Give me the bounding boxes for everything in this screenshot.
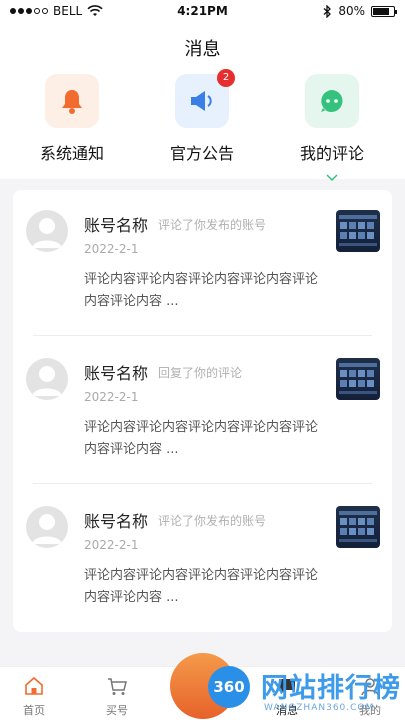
game-screenshot-icon bbox=[339, 511, 377, 542]
message-list: 账号名称 评论了你发布的账号 2022-2-1 评论内容评论内容评论内容评论内容… bbox=[13, 190, 392, 632]
battery-icon bbox=[371, 5, 397, 17]
category-label: 系统通知 bbox=[39, 144, 104, 163]
user-placeholder-icon bbox=[32, 218, 62, 248]
comment-icon bbox=[321, 90, 343, 112]
unread-badge: 2 bbox=[217, 69, 235, 87]
message-date: 2022-2-1 bbox=[84, 390, 139, 404]
account-name[interactable]: 账号名称 bbox=[84, 212, 148, 236]
message-item[interactable]: 账号名称 评论了你发布的账号 2022-2-1 评论内容评论内容评论内容评论内容… bbox=[13, 190, 392, 336]
message-action: 评论了你发布的账号 bbox=[158, 514, 267, 528]
cart-icon bbox=[108, 678, 127, 695]
category-icon-bg bbox=[45, 74, 99, 128]
avatar bbox=[26, 506, 68, 548]
avatar bbox=[26, 358, 68, 400]
tab-label: 首页 bbox=[23, 704, 45, 717]
battery-percent: 80% bbox=[338, 4, 365, 18]
category-icon-bg bbox=[305, 74, 359, 128]
status-right: 80% bbox=[323, 4, 397, 18]
category-label: 我的评论 bbox=[299, 144, 364, 163]
watermark-text: 网站排行榜 bbox=[261, 673, 401, 704]
divider bbox=[33, 483, 372, 484]
bell-icon bbox=[62, 90, 82, 114]
category-my-comments[interactable]: 我的评论 bbox=[277, 74, 387, 164]
message-date: 2022-2-1 bbox=[84, 242, 139, 256]
message-content: 评论内容评论内容评论内容评论内容评论内容评论内容 ... bbox=[84, 272, 319, 309]
account-thumbnail[interactable] bbox=[336, 506, 380, 548]
watermark-logo: 360 网站排行榜 WANGZHAN360.COM bbox=[206, 660, 405, 720]
avatar bbox=[26, 210, 68, 252]
chevron-down-icon bbox=[326, 174, 338, 182]
message-item[interactable]: 账号名称 评论了你发布的账号 2022-2-1 评论内容评论内容评论内容评论内容… bbox=[13, 486, 392, 632]
message-action: 回复了你的评论 bbox=[158, 366, 243, 380]
bluetooth-icon bbox=[323, 4, 332, 18]
header: 消息 系统通知 2 官方公告 我的评论 bbox=[0, 24, 405, 182]
account-thumbnail[interactable] bbox=[336, 358, 380, 400]
account-thumbnail[interactable] bbox=[336, 210, 380, 252]
account-name[interactable]: 账号名称 bbox=[84, 360, 148, 384]
game-screenshot-icon bbox=[339, 215, 377, 246]
game-screenshot-icon bbox=[339, 363, 377, 394]
message-content: 评论内容评论内容评论内容评论内容评论内容评论内容 ... bbox=[84, 420, 319, 457]
category-label: 官方公告 bbox=[169, 144, 234, 163]
watermark-360-logo: 360 bbox=[208, 666, 250, 708]
user-placeholder-icon bbox=[32, 366, 62, 396]
message-content: 评论内容评论内容评论内容评论内容评论内容评论内容 ... bbox=[84, 568, 319, 605]
account-name[interactable]: 账号名称 bbox=[84, 508, 148, 532]
category-system-notice[interactable]: 系统通知 bbox=[17, 74, 127, 164]
tab-label: 买号 bbox=[106, 704, 128, 717]
home-icon bbox=[25, 676, 43, 695]
battery-level bbox=[373, 7, 389, 15]
category-official-announcement[interactable]: 2 官方公告 bbox=[147, 69, 257, 164]
message-action: 评论了你发布的账号 bbox=[158, 218, 267, 232]
category-icon-bg: 2 bbox=[175, 69, 235, 128]
status-bar: BELL 4:21PM 80% bbox=[0, 0, 405, 24]
message-date: 2022-2-1 bbox=[84, 538, 139, 552]
divider bbox=[33, 335, 372, 336]
speaker-icon bbox=[191, 91, 212, 111]
user-placeholder-icon bbox=[32, 514, 62, 544]
message-item[interactable]: 账号名称 回复了你的评论 2022-2-1 评论内容评论内容评论内容评论内容评论… bbox=[13, 338, 392, 484]
page-title: 消息 bbox=[184, 39, 221, 60]
tab-buy[interactable]: 买号 bbox=[87, 675, 147, 718]
watermark-subtext: WANGZHAN360.COM bbox=[264, 703, 375, 713]
tab-home[interactable]: 首页 bbox=[4, 675, 64, 718]
